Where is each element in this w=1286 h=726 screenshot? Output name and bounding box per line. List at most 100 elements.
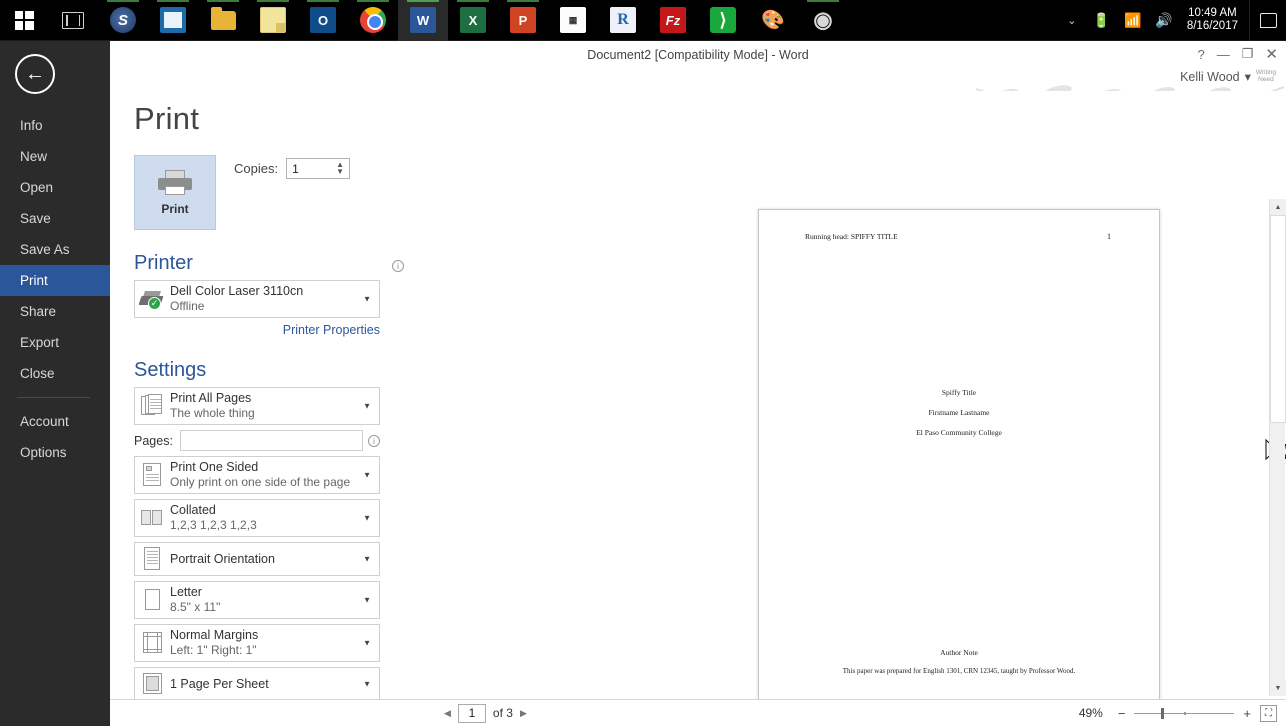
sidebar-item-label: Export: [20, 335, 60, 350]
taskbar-app-obs[interactable]: ◉: [798, 0, 848, 41]
margins-select[interactable]: Normal Margins Left: 1" Right: 1" ▼: [134, 624, 380, 662]
taskbar-app-excel[interactable]: X: [448, 0, 498, 41]
chevron-down-icon[interactable]: ▼: [363, 596, 371, 605]
taskbar-app-sticky-notes[interactable]: [248, 0, 298, 41]
sidebar-item-export[interactable]: Export: [0, 327, 110, 358]
publisher-icon: [160, 7, 186, 33]
taskbar-app-filezilla[interactable]: Fz: [648, 0, 698, 41]
taskbar-app-word[interactable]: W: [398, 0, 448, 41]
previous-page-button[interactable]: ◀: [444, 708, 451, 719]
printer-info-icon[interactable]: i: [392, 260, 404, 272]
zoom-to-page-button[interactable]: ⛶: [1260, 704, 1277, 722]
windows-logo-icon: [14, 10, 34, 30]
chevron-down-icon[interactable]: ▼: [363, 639, 371, 648]
show-hidden-icons-button[interactable]: ⌄: [1058, 14, 1085, 27]
zoom-level-label[interactable]: 49%: [1079, 706, 1109, 720]
print-sides-text: Print One Sided Only print on one side o…: [165, 460, 375, 490]
scrollbar-thumb[interactable]: [1270, 215, 1286, 423]
sidebar-item-options[interactable]: Options: [0, 437, 110, 468]
minimize-button[interactable]: —: [1217, 47, 1230, 62]
collation-title: Collated: [170, 503, 216, 517]
zoom-slider[interactable]: [1134, 707, 1235, 719]
pages-per-sheet-text: 1 Page Per Sheet: [165, 672, 375, 696]
clock-date: 8/16/2017: [1186, 20, 1238, 32]
sidebar-item-open[interactable]: Open: [0, 172, 110, 203]
chevron-down-icon[interactable]: ▾: [1245, 69, 1251, 84]
chevron-down-icon[interactable]: ▼: [363, 514, 371, 523]
user-account[interactable]: Kelli Wood ▾ Writing Need: [1180, 69, 1276, 84]
task-view-button[interactable]: [48, 0, 98, 41]
scroll-down-button[interactable]: ▼: [1270, 680, 1286, 696]
taskbar-app-calculator[interactable]: ▦: [548, 0, 598, 41]
zoom-in-button[interactable]: +: [1243, 706, 1251, 721]
chrome-icon: [360, 7, 386, 33]
start-button[interactable]: [0, 0, 48, 41]
battery-icon[interactable]: 🔋: [1086, 12, 1117, 29]
printer-select[interactable]: ✓ Dell Color Laser 3110cn Offline ▼: [134, 280, 380, 318]
taskbar-app-file-explorer[interactable]: [198, 0, 248, 41]
stepper-down-icon[interactable]: ▼: [336, 168, 344, 176]
volume-icon[interactable]: 🔊: [1148, 12, 1179, 29]
sidebar-item-account[interactable]: Account: [0, 406, 110, 437]
sidebar-item-new[interactable]: New: [0, 141, 110, 172]
preview-affiliation: El Paso Community College: [916, 428, 1002, 437]
taskbar-app-powerpoint[interactable]: P: [498, 0, 548, 41]
sidebar-item-save-as[interactable]: Save As: [0, 234, 110, 265]
copies-group: Copies: ▲ ▼: [234, 155, 351, 179]
scroll-up-button[interactable]: ▲: [1270, 199, 1286, 215]
taskbar-app-publisher[interactable]: [148, 0, 198, 41]
taskbar-app-sync[interactable]: S: [98, 0, 148, 41]
restore-button[interactable]: ❐: [1242, 46, 1254, 62]
pages-info-icon[interactable]: i: [368, 434, 380, 447]
sidebar-item-print[interactable]: Print: [0, 265, 110, 296]
taskbar-clock[interactable]: 10:49 AM 8/16/2017: [1180, 7, 1249, 33]
margins-subtitle: Left: 1" Right: 1": [170, 643, 257, 657]
pages-per-sheet-select[interactable]: 1 Page Per Sheet ▼: [134, 667, 380, 701]
print-range-select[interactable]: Print All Pages The whole thing ▼: [134, 387, 380, 425]
next-page-button[interactable]: ▶: [520, 708, 527, 719]
taskbar-app-jdownloader[interactable]: ⟩: [698, 0, 748, 41]
zoom-slider-thumb[interactable]: [1161, 708, 1165, 719]
jdownloader-icon: ⟩: [710, 7, 736, 33]
margins-icon: [139, 630, 165, 656]
printer-status: Offline: [170, 299, 205, 313]
taskbar-app-outlook[interactable]: O: [298, 0, 348, 41]
print-sides-select[interactable]: Print One Sided Only print on one side o…: [134, 456, 380, 494]
paper-size-select[interactable]: Letter 8.5" x 11" ▼: [134, 581, 380, 619]
chevron-down-icon[interactable]: ▼: [363, 680, 371, 689]
zoom-out-button[interactable]: −: [1118, 706, 1126, 721]
sidebar-item-close[interactable]: Close: [0, 358, 110, 389]
taskbar-app-rstudio[interactable]: R: [598, 0, 648, 41]
back-button[interactable]: ←: [15, 54, 55, 94]
collation-select[interactable]: Collated 1,2,3 1,2,3 1,2,3 ▼: [134, 499, 380, 537]
chevron-down-icon[interactable]: ▼: [363, 555, 371, 564]
copies-input[interactable]: [287, 159, 330, 178]
preview-author-note-body: This paper was prepared for English 1301…: [842, 667, 1076, 675]
printer-name: Dell Color Laser 3110cn: [170, 284, 304, 298]
stepper-arrows[interactable]: ▲ ▼: [336, 161, 344, 176]
copies-stepper[interactable]: ▲ ▼: [286, 158, 351, 179]
current-page-input[interactable]: [457, 703, 486, 723]
sidebar-item-info[interactable]: Info: [0, 110, 110, 141]
help-button[interactable]: ?: [1198, 47, 1205, 62]
pages-input[interactable]: [180, 430, 363, 451]
sidebar-item-save[interactable]: Save: [0, 203, 110, 234]
powerpoint-icon: P: [510, 7, 536, 33]
orientation-select[interactable]: Portrait Orientation ▼: [134, 542, 380, 576]
chevron-down-icon[interactable]: ▼: [363, 402, 371, 411]
printer-properties-link[interactable]: Printer Properties: [134, 323, 380, 337]
preview-vertical-scrollbar[interactable]: ▲ ▼: [1269, 199, 1286, 696]
taskbar-app-chrome[interactable]: [348, 0, 398, 41]
close-button[interactable]: ✕: [1265, 45, 1278, 63]
chevron-down-icon[interactable]: ▼: [363, 295, 371, 304]
print-button[interactable]: Print: [134, 155, 216, 230]
print-range-subtitle: The whole thing: [170, 406, 255, 420]
chevron-down-icon[interactable]: ▼: [363, 471, 371, 480]
document-page-preview[interactable]: Running head: SPIFFY TITLE 1 Spiffy Titl…: [758, 209, 1286, 726]
settings-section-heading: Settings: [134, 359, 207, 381]
taskbar-app-paint[interactable]: 🎨: [748, 0, 798, 41]
windows-taskbar: S O W X P ▦ R Fz ⟩ 🎨 ◉ ⌄ 🔋 📶 🔊 10:49 AM …: [0, 0, 1286, 41]
sidebar-item-share[interactable]: Share: [0, 296, 110, 327]
wifi-icon[interactable]: 📶: [1117, 12, 1148, 29]
action-center-button[interactable]: [1249, 0, 1286, 41]
